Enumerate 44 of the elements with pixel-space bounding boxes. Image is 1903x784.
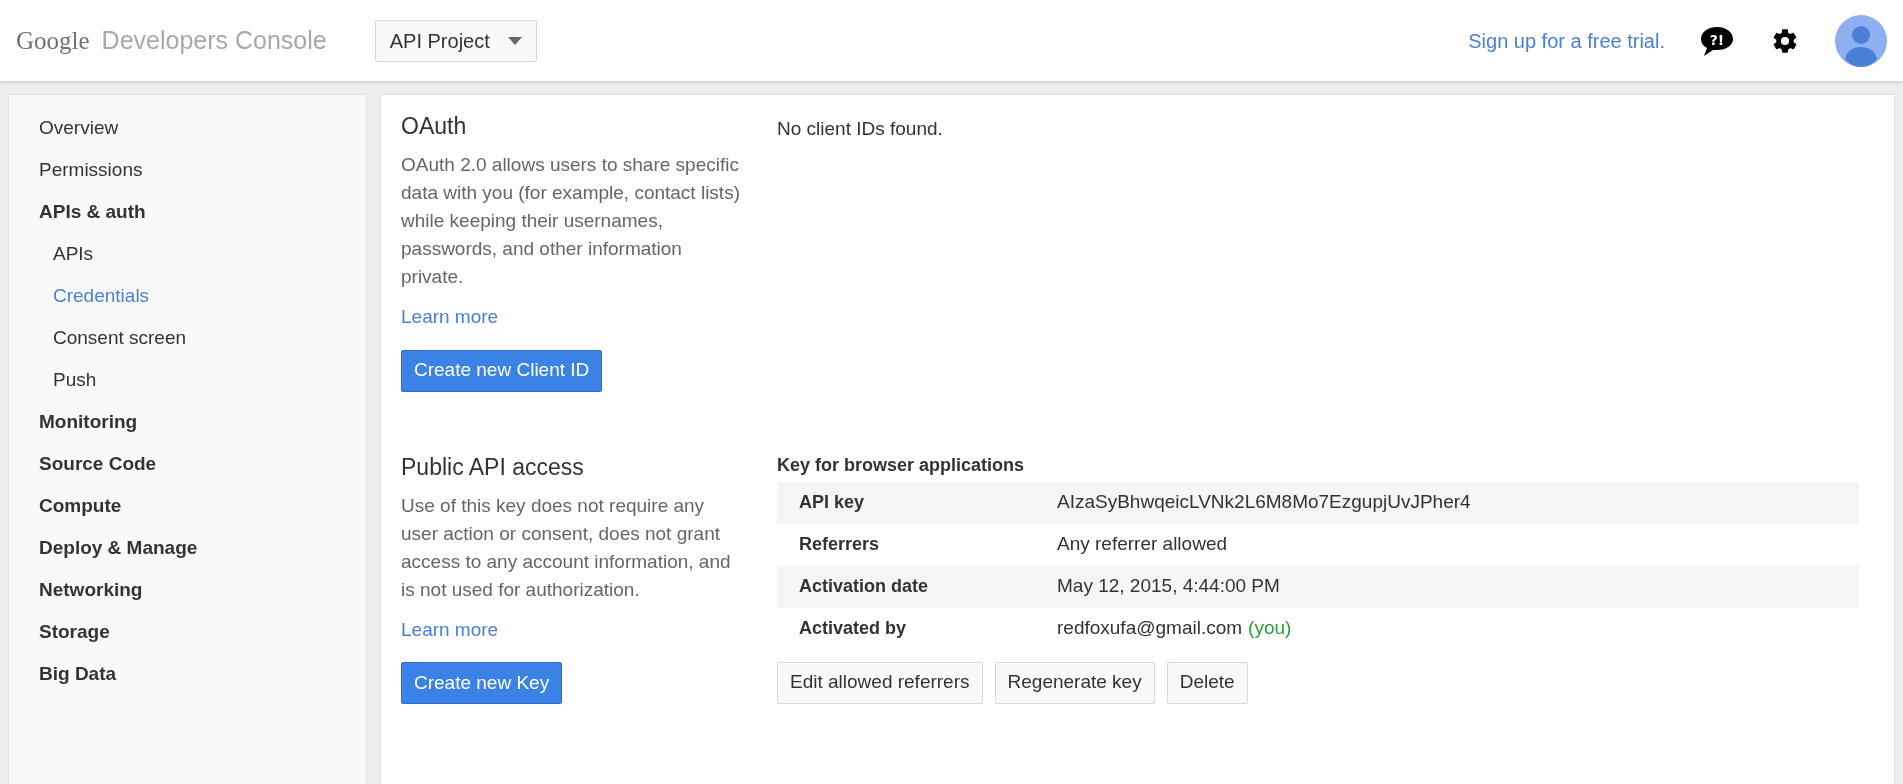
sidebar-item[interactable]: APIs & auth — [9, 191, 366, 233]
field-label: Referrers — [798, 533, 881, 556]
key-action-button[interactable]: Regenerate key — [994, 661, 1155, 704]
caret-icon — [507, 36, 522, 45]
sidebar-item[interactable]: Deploy & Manage — [9, 527, 366, 569]
section-title: Public API access — [401, 452, 585, 482]
key-action-button[interactable]: Delete — [1166, 661, 1248, 704]
key-action-button[interactable]: Edit allowed referrers — [777, 661, 983, 704]
sidebar-item[interactable]: Push — [9, 359, 366, 401]
sidebar-item[interactable]: Monitoring — [9, 401, 366, 443]
learn-more-link[interactable]: Learn more — [401, 615, 499, 644]
field-label: Activated by — [798, 617, 908, 640]
field-value: Any referrer allowed — [1057, 532, 1228, 557]
sidebar-item[interactable]: Compute — [9, 485, 366, 527]
sidebar-item[interactable]: Source Code — [9, 443, 366, 485]
key-title: Key for browser applications — [777, 453, 1026, 477]
product-name: Developers Console — [101, 24, 327, 56]
sidebar-item[interactable]: Permissions — [9, 149, 366, 191]
sidebar-item[interactable]: Overview — [9, 107, 366, 149]
settings-icon[interactable] — [1771, 26, 1799, 55]
field-value: AIzaSyBhwqeicLVNk2L6M8Mo7EzgupjUvJPher4 — [1057, 490, 1471, 515]
sidebar-item[interactable]: APIs — [9, 233, 366, 275]
help-chat-icon[interactable]: ?! — [1699, 24, 1735, 57]
sidebar-item[interactable]: Credentials — [9, 275, 366, 317]
field-label: API key — [798, 491, 866, 514]
project-dropdown[interactable]: API Project — [374, 19, 537, 62]
create-button[interactable]: Create new Client ID — [401, 349, 603, 392]
signup-link[interactable]: Sign up for a free trial. — [1468, 25, 1665, 56]
sidebar-item[interactable]: Consent screen — [9, 317, 366, 359]
empty-message: No client IDs found. — [777, 117, 944, 141]
learn-more-link[interactable]: Learn more — [401, 303, 499, 332]
field-value: May 12, 2015, 4:44:00 PM — [1057, 574, 1280, 599]
section-title: OAuth — [401, 112, 468, 141]
sidebar-item[interactable]: Storage — [9, 611, 366, 653]
sidebar-item[interactable]: Networking — [9, 569, 366, 611]
create-button[interactable]: Create new Key — [401, 662, 563, 704]
field-value: redfoxufa@gmail.com — [1057, 616, 1243, 641]
google-logo: Google — [16, 25, 90, 56]
section-description: OAuth 2.0 allows users to share specific data with you (for example, contact lists) while keeping their usernames, passwords, and other information private. — [401, 153, 741, 289]
avatar-icon[interactable] — [1835, 14, 1887, 67]
owner-note: (you) — [1248, 616, 1292, 641]
section-description: Use of this key does not require any user action or consent, does not grant access to any account information, and is not used for authorization. — [401, 493, 732, 602]
sidebar-item[interactable]: Big Data — [9, 653, 366, 695]
field-label: Activation date — [798, 575, 930, 598]
